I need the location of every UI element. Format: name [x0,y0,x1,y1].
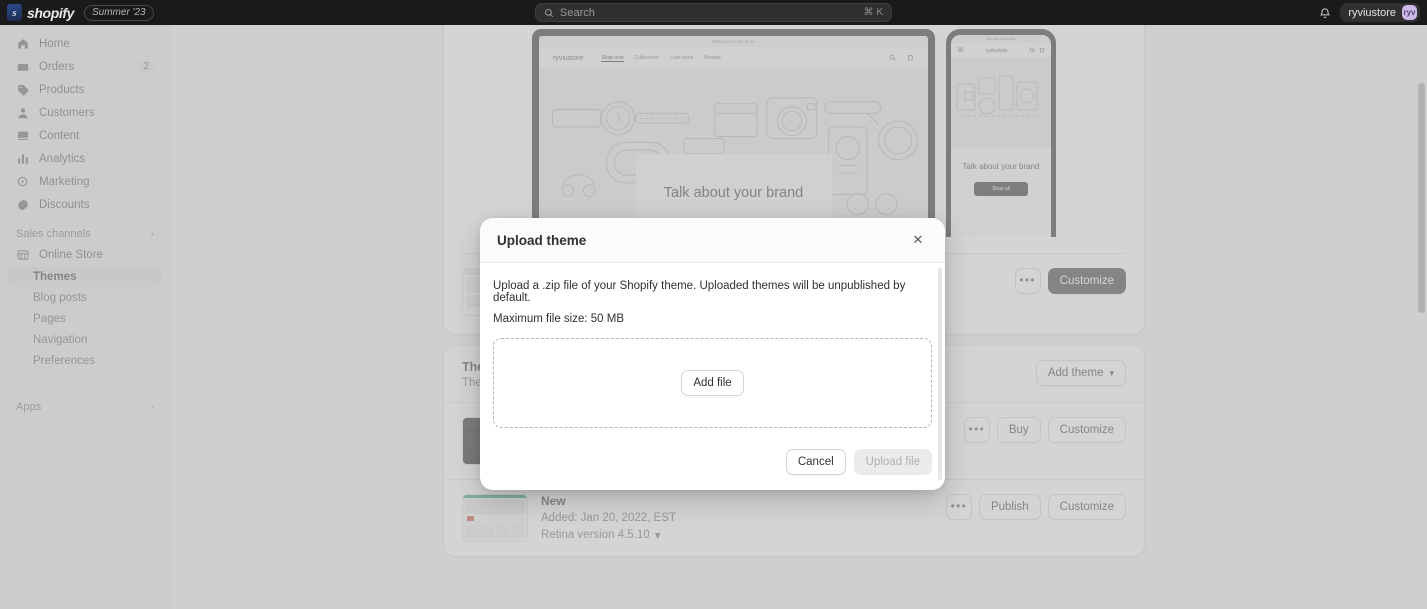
search-shortcut: ⌘ K [863,7,883,18]
modal-header: Upload theme ✕ [480,218,945,263]
avatar: ryv [1402,5,1417,20]
upload-theme-modal: Upload theme ✕ Upload a .zip file of you… [480,218,945,490]
bell-icon[interactable] [1314,3,1336,22]
store-name: ryviustore [1348,6,1396,19]
top-bar: s shopify Summer '23 Search ⌘ K ryviusto… [0,0,1427,25]
season-badge[interactable]: Summer '23 [83,4,154,21]
user-menu[interactable]: ryviustore ryv [1340,3,1420,22]
modal-title: Upload theme [497,232,587,248]
shopify-wordmark: shopify [27,4,74,21]
cancel-button[interactable]: Cancel [785,449,846,475]
modal-body: Upload a .zip file of your Shopify theme… [480,263,945,428]
modal-max-size: Maximum file size: 50 MB [493,313,625,325]
shopify-logo[interactable]: s shopify [7,4,74,21]
add-file-button[interactable]: Add file [681,370,744,396]
file-dropzone[interactable]: Add file [493,338,932,428]
topbar-right: ryviustore ryv [1187,3,1427,22]
modal-footer: Cancel Upload file [480,434,945,490]
upload-file-button: Upload file [853,449,932,475]
topbar-left: s shopify Summer '23 [0,4,240,21]
search-placeholder: Search [560,6,595,19]
search-icon [544,8,554,18]
search-input[interactable]: Search ⌘ K [535,3,892,22]
close-icon[interactable]: ✕ [907,229,929,251]
topbar-center: Search ⌘ K [240,3,1187,22]
shopify-bag-icon: s [7,4,22,21]
modal-description: Upload a .zip file of your Shopify theme… [493,280,906,304]
